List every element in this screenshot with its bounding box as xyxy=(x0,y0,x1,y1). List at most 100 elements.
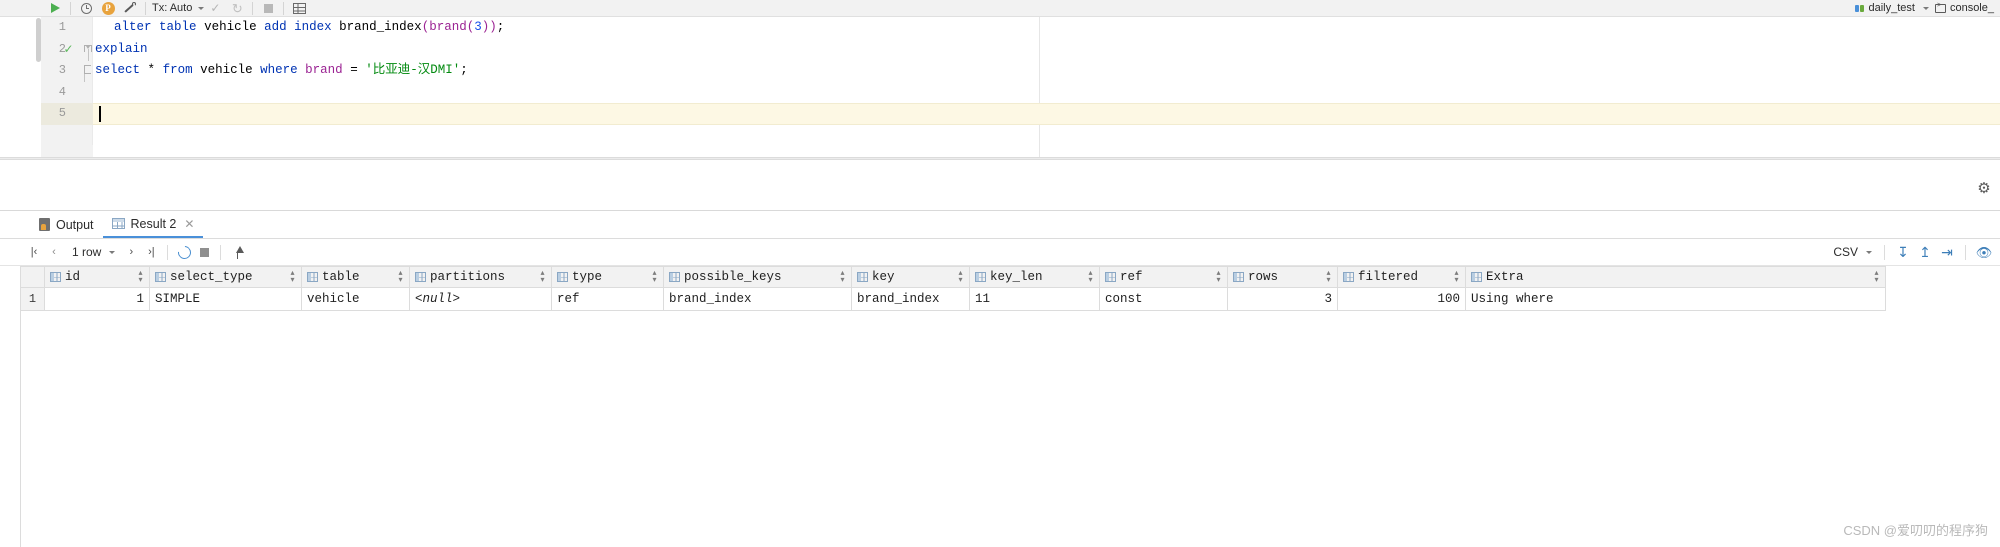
execute-button[interactable] xyxy=(44,0,66,17)
table-cell-ref[interactable]: const xyxy=(1099,287,1228,311)
row-header-corner[interactable] xyxy=(20,266,45,288)
table-cell-partitions[interactable]: <null> xyxy=(409,287,552,311)
sort-toggle-icon[interactable]: ▴ ▾ xyxy=(1453,270,1460,285)
sort-toggle-icon[interactable]: ▴ ▾ xyxy=(137,270,144,285)
sort-toggle-icon[interactable]: ▴ ▾ xyxy=(539,270,546,285)
table-cell-possible_keys[interactable]: brand_index xyxy=(663,287,852,311)
sort-toggle-icon[interactable]: ▴ ▾ xyxy=(1325,270,1332,285)
editor-code-area-right[interactable] xyxy=(1040,17,2000,157)
explain-result-table[interactable]: id ▴ ▾ select_type ▴ ▾ table ▴ ▾ partitions ▴ ▾ type… xyxy=(20,266,1886,311)
previous-row-button[interactable]: ‹ xyxy=(44,242,64,262)
sql-editor[interactable]: 1 2 3 4 5 ✓ alter table vehicle add inde… xyxy=(0,17,2000,157)
result-tab-output[interactable]: Output xyxy=(30,211,103,238)
column-header-label: possible_keys xyxy=(684,270,782,284)
table-row[interactable]: 1 1 SIMPLE vehicle <null> ref brand_index brand… xyxy=(20,287,1886,311)
code-fold-end-icon[interactable] xyxy=(84,60,93,82)
history-button[interactable] xyxy=(75,0,97,17)
upload-icon: ↥ xyxy=(1919,243,1931,260)
settings-gear-icon[interactable]: ⚙ xyxy=(1976,181,1992,197)
column-icon xyxy=(975,272,986,282)
sort-toggle-icon[interactable]: ▴ ▾ xyxy=(651,270,658,285)
table-header-row: id ▴ ▾ select_type ▴ ▾ table ▴ ▾ partitions ▴ ▾ type… xyxy=(20,266,1886,288)
pin-tab-button[interactable] xyxy=(227,242,247,262)
column-header-label: key_len xyxy=(990,270,1043,284)
code-line-1[interactable]: alter table vehicle add index brand_inde… xyxy=(99,17,504,39)
table-cell-filtered[interactable]: 100 xyxy=(1337,287,1466,311)
console-selector[interactable]: console_ xyxy=(1934,2,1994,14)
table-cell-key_len[interactable]: 11 xyxy=(969,287,1100,311)
chevron-down-icon[interactable] xyxy=(109,250,116,254)
tools-button[interactable] xyxy=(119,0,141,17)
datasource-selector[interactable]: daily_test xyxy=(1855,2,1929,14)
code-line-3[interactable]: select * from vehicle where brand = '比亚迪… xyxy=(95,60,468,82)
row-count-selector[interactable]: 1 row xyxy=(72,245,116,259)
sort-toggle-icon[interactable]: ▴ ▾ xyxy=(397,270,404,285)
sort-toggle-icon[interactable]: ▴ ▾ xyxy=(289,270,296,285)
sort-toggle-icon[interactable]: ▴ ▾ xyxy=(1873,270,1880,285)
table-cell-key[interactable]: brand_index xyxy=(851,287,970,311)
column-header-label: type xyxy=(572,270,603,284)
column-header-id[interactable]: id ▴ ▾ xyxy=(44,266,150,288)
table-cell-Extra[interactable]: Using where xyxy=(1465,287,1886,311)
import-data-button[interactable]: ↥ xyxy=(1915,242,1935,262)
column-header-type[interactable]: type ▴ ▾ xyxy=(551,266,664,288)
stop-query-button[interactable] xyxy=(194,242,214,262)
column-icon xyxy=(557,272,568,282)
chevron-down-icon[interactable] xyxy=(1866,250,1872,254)
column-header-select_type[interactable]: select_type ▴ ▾ xyxy=(149,266,302,288)
column-header-label: ref xyxy=(1120,270,1143,284)
column-icon xyxy=(155,272,166,282)
sort-toggle-icon[interactable]: ▴ ▾ xyxy=(957,270,964,285)
code-line-2[interactable]: explain xyxy=(95,39,148,61)
grid-view-button[interactable] xyxy=(288,0,310,17)
download-icon: ↧ xyxy=(1897,243,1909,260)
sort-toggle-icon[interactable]: ▴ ▾ xyxy=(1215,270,1222,285)
chevron-down-icon[interactable] xyxy=(1922,6,1929,10)
profile-button[interactable]: P xyxy=(97,0,119,17)
table-cell-table[interactable]: vehicle xyxy=(301,287,410,311)
sort-toggle-icon[interactable]: ▴ ▾ xyxy=(1087,270,1094,285)
code-token: brand_index xyxy=(339,20,422,34)
result-tab-result-2[interactable]: Result 2 ✕ xyxy=(102,211,204,238)
clock-icon xyxy=(80,2,92,14)
code-token: where xyxy=(260,63,298,77)
commit-button[interactable]: ✓ xyxy=(204,0,226,17)
column-header-rows[interactable]: rows ▴ ▾ xyxy=(1227,266,1338,288)
grid-toolbar: |‹ ‹ 1 row › ›| CSV ↧ ↥ ⇥ 👁 xyxy=(0,239,2000,266)
column-header-table[interactable]: table ▴ ▾ xyxy=(301,266,410,288)
code-fold-start-icon[interactable] xyxy=(84,39,93,61)
column-header-partitions[interactable]: partitions ▴ ▾ xyxy=(409,266,552,288)
statement-success-icon[interactable]: ✓ xyxy=(62,39,75,61)
result-grid[interactable]: id ▴ ▾ select_type ▴ ▾ table ▴ ▾ partitions ▴ ▾ type… xyxy=(20,266,2000,547)
column-header-key_len[interactable]: key_len ▴ ▾ xyxy=(969,266,1100,288)
table-cell-select_type[interactable]: SIMPLE xyxy=(149,287,302,311)
stop-button[interactable] xyxy=(257,0,279,17)
column-header-possible_keys[interactable]: possible_keys ▴ ▾ xyxy=(663,266,852,288)
table-cell-type[interactable]: ref xyxy=(551,287,664,311)
sort-toggle-icon[interactable]: ▴ ▾ xyxy=(839,270,846,285)
first-row-button[interactable]: |‹ xyxy=(24,242,44,262)
view-options-button[interactable]: 👁 xyxy=(1974,242,1994,262)
column-header-Extra[interactable]: Extra ▴ ▾ xyxy=(1465,266,1886,288)
compare-button[interactable]: ⇥ xyxy=(1937,242,1957,262)
export-format-selector[interactable]: CSV xyxy=(1833,245,1872,259)
column-icon xyxy=(307,272,318,282)
row-number[interactable]: 1 xyxy=(20,287,45,311)
rollback-button[interactable]: ↻ xyxy=(226,0,248,17)
profile-icon: P xyxy=(101,1,115,15)
column-header-key[interactable]: key ▴ ▾ xyxy=(851,266,970,288)
line-number: 1 xyxy=(58,20,66,34)
next-row-button[interactable]: › xyxy=(121,242,141,262)
column-header-filtered[interactable]: filtered ▴ ▾ xyxy=(1337,266,1466,288)
transaction-mode-label[interactable]: Tx: Auto xyxy=(150,2,194,14)
column-header-ref[interactable]: ref ▴ ▾ xyxy=(1099,266,1228,288)
close-icon[interactable]: ✕ xyxy=(184,217,194,231)
table-cell-id[interactable]: 1 xyxy=(44,287,150,311)
table-cell-rows[interactable]: 3 xyxy=(1227,287,1338,311)
export-data-button[interactable]: ↧ xyxy=(1893,242,1913,262)
reload-button[interactable] xyxy=(174,242,194,262)
last-row-button[interactable]: ›| xyxy=(141,242,161,262)
eye-icon: 👁 xyxy=(1975,244,1993,260)
